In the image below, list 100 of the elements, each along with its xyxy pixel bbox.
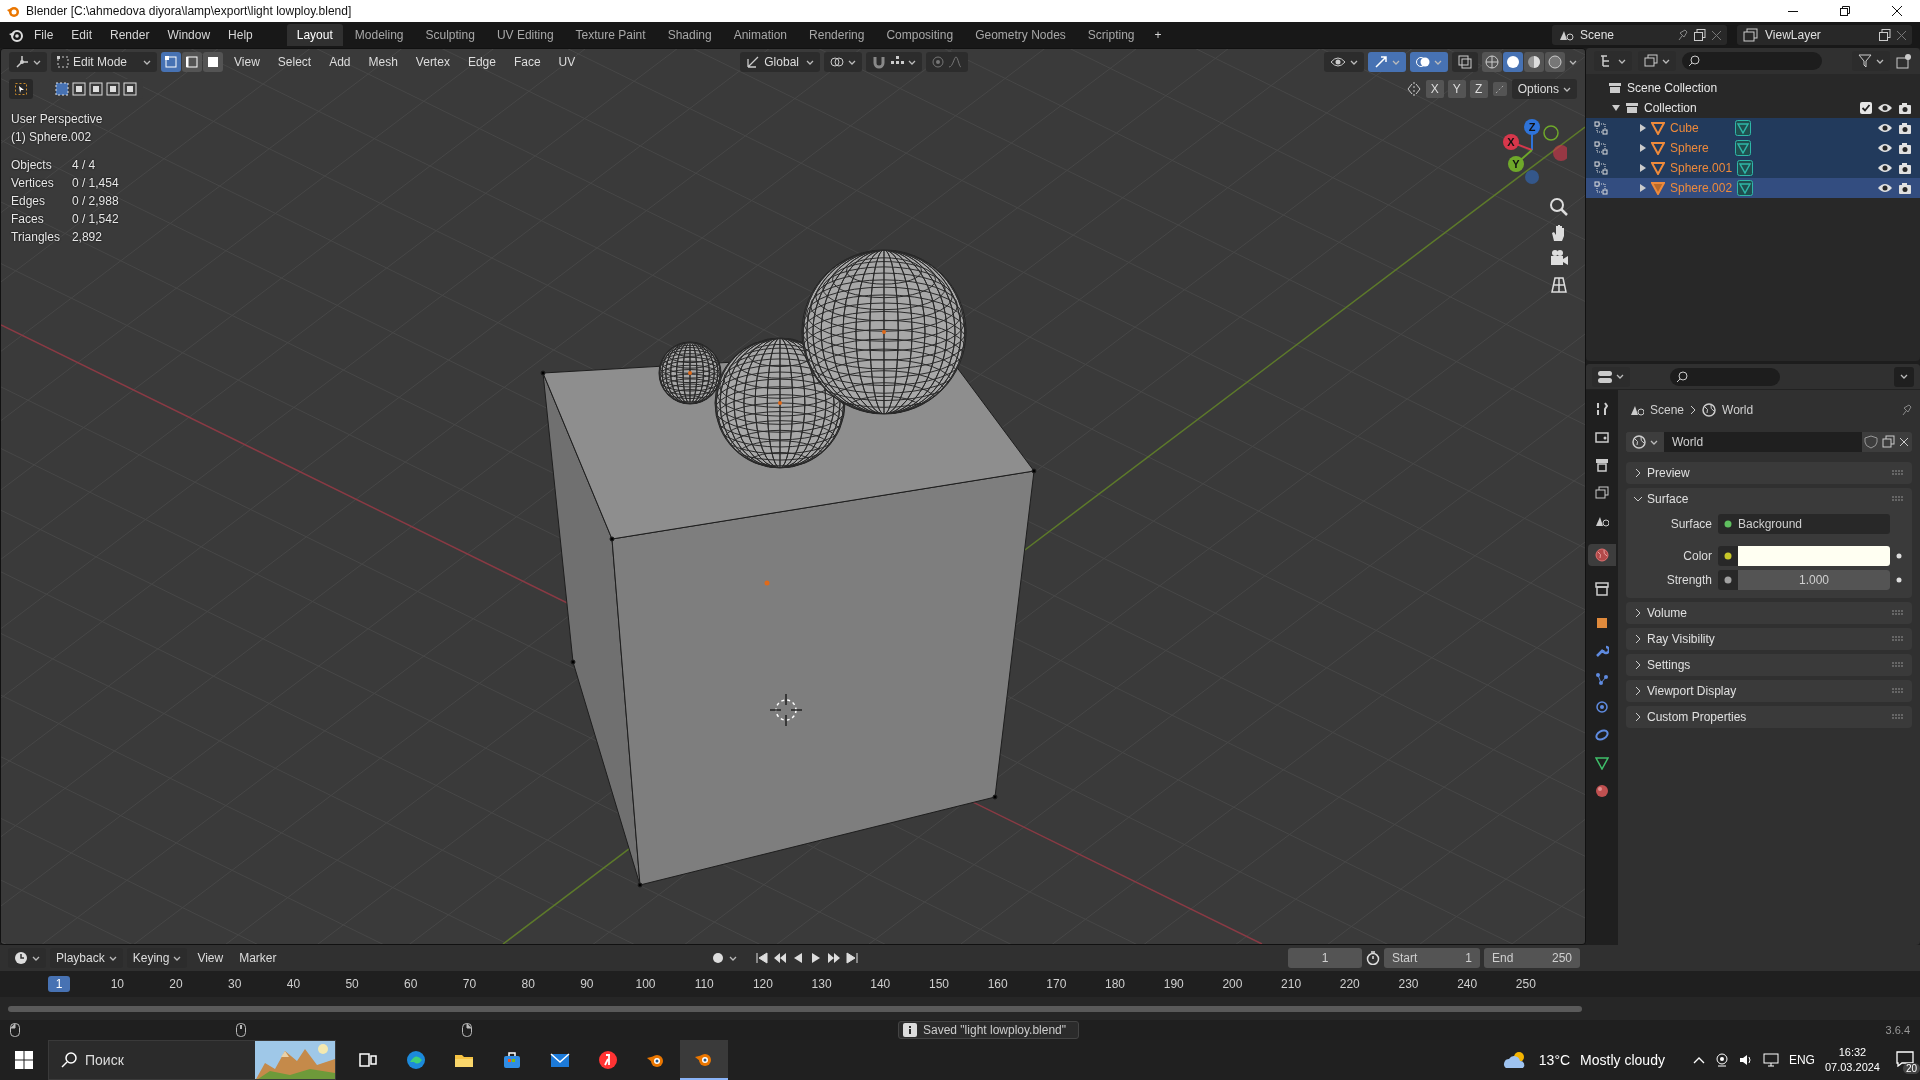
frame-number: 20 (168, 977, 184, 991)
tree-row[interactable]: Cube (1586, 118, 1920, 138)
field-label: Color (1682, 549, 1712, 563)
workspace-tab[interactable]: UV Editing (486, 24, 564, 46)
tree-row[interactable]: Sphere (1586, 138, 1920, 158)
workspace-tab[interactable]: Sculpting (415, 24, 485, 46)
frame-number: 150 (927, 977, 950, 991)
frame-number: 120 (751, 977, 774, 991)
menu-dropdown[interactable]: Playback (50, 948, 123, 968)
field-label: Strength (1665, 573, 1712, 587)
menu-item[interactable]: Edge (460, 53, 503, 71)
number-field[interactable]: 1.000 (1738, 570, 1890, 590)
workspace-tab[interactable]: Compositing (876, 24, 964, 46)
stat-label: Vertices (11, 175, 55, 192)
end-frame-value[interactable]: 250 (1552, 951, 1572, 965)
menu-item[interactable]: View (227, 53, 267, 71)
menu-item[interactable]: Window (159, 25, 219, 45)
workspace-tab[interactable]: Layout (286, 24, 343, 46)
frame-number: 10 (109, 977, 125, 991)
frame-number: 100 (634, 977, 657, 991)
frame-number: 70 (461, 977, 478, 991)
window-title: Blender [C:\ahmedova diyora\lamp\export\light lowploy.blend] (26, 4, 352, 18)
menu-item[interactable]: Add (322, 53, 358, 71)
notification-count: 20 (1902, 1062, 1920, 1074)
version-label: 3.6.4 (1885, 1024, 1910, 1036)
frame-number: 40 (285, 977, 302, 991)
mode-dropdown[interactable]: Edit Mode (51, 52, 157, 72)
field-label: Surface (1669, 517, 1712, 531)
object-name[interactable]: Sphere (1670, 141, 1730, 155)
clock-date[interactable]: 07.03.2024 (1824, 1060, 1880, 1075)
stat-value: 2,892 (71, 229, 103, 246)
tree-item[interactable]: Collection (1644, 101, 1855, 115)
add-workspace-button[interactable]: + (1146, 25, 1170, 45)
menu-item[interactable]: Edit (63, 25, 101, 45)
current-frame-marker[interactable]: 1 (48, 976, 70, 992)
panel-header[interactable]: Preview (1647, 466, 1690, 480)
menu-dropdown[interactable]: View (191, 948, 230, 968)
workspace-tab[interactable]: Geometry Nodes (965, 24, 1076, 46)
view-layer-selector[interactable]: ViewLayer (1737, 25, 1912, 45)
menu-item[interactable]: Render (102, 25, 158, 45)
weather-label: Mostly cloudy (1580, 1052, 1665, 1068)
menu-dropdown[interactable]: Keying (126, 948, 188, 968)
language-indicator[interactable]: ENG (1788, 1053, 1815, 1067)
tree-row[interactable]: Sphere.001 (1586, 158, 1920, 178)
panel-header[interactable]: Surface (1647, 492, 1689, 506)
datablock-name-field[interactable]: World (1664, 432, 1862, 452)
stat-value: 0 / 1,454 (71, 175, 119, 192)
clock-time[interactable]: 16:32 (1838, 1045, 1867, 1060)
frame-number: 240 (1456, 977, 1479, 991)
frame-number: 60 (403, 977, 419, 991)
frame-number: 110 (693, 977, 715, 991)
panel-header[interactable]: Ray Visibility (1647, 632, 1715, 646)
menu-item[interactable]: Help (220, 25, 261, 45)
field-label: End (1492, 951, 1514, 965)
menu-item[interactable]: Mesh (361, 53, 405, 71)
workspace-tab[interactable]: Rendering (799, 24, 875, 46)
menu-item[interactable]: File (26, 25, 62, 45)
scene-selector[interactable]: Scene (1552, 25, 1727, 45)
workspace-tab[interactable]: Animation (723, 24, 798, 46)
tree-item[interactable]: Scene Collection (1627, 81, 1718, 95)
frame-number: 180 (1104, 977, 1127, 991)
options-dropdown[interactable]: Options (1511, 79, 1577, 99)
breadcrumb-item[interactable]: World (1722, 403, 1754, 417)
panel-header[interactable]: Volume (1647, 606, 1688, 620)
menu-dropdown[interactable]: Marker (233, 948, 283, 968)
frame-number: 130 (810, 977, 833, 991)
frame-number: 170 (1045, 977, 1068, 991)
menu-item[interactable]: UV (551, 53, 583, 71)
status-message: Saved "light lowploy.blend" (923, 1023, 1067, 1037)
frame-number: 30 (227, 977, 243, 991)
object-name[interactable]: Sphere.001 (1670, 161, 1733, 175)
orientation-dropdown[interactable]: Global (740, 52, 821, 72)
field-label: Start (1392, 951, 1418, 965)
start-frame-value[interactable]: 1 (1465, 951, 1472, 965)
menu-item[interactable]: Vertex (408, 53, 457, 71)
frame-number: 200 (1221, 977, 1244, 991)
stat-label: Faces (11, 211, 45, 228)
frame-number: 220 (1338, 977, 1361, 991)
menu-item[interactable]: Select (270, 53, 319, 71)
workspace-tab[interactable]: Scripting (1077, 24, 1145, 46)
workspace-tab[interactable]: Texture Paint (565, 24, 656, 46)
object-name[interactable]: Cube (1670, 121, 1730, 135)
navigation-gizmo[interactable]: Z X Y (1503, 119, 1567, 184)
workspace-tab[interactable]: Shading (657, 24, 722, 46)
panel-header[interactable]: Settings (1647, 658, 1691, 672)
frame-number: 160 (986, 977, 1009, 991)
workspace-tab[interactable]: Modeling (344, 24, 414, 46)
menu-item[interactable]: Face (506, 53, 548, 71)
stat-value: 0 / 1,542 (71, 211, 119, 228)
view-name: User Perspective (11, 111, 104, 128)
stat-value: 0 / 2,988 (71, 193, 119, 210)
frame-number: 140 (869, 977, 892, 991)
active-object-label: (1) Sphere.002 (11, 129, 93, 146)
current-frame-field[interactable]: 1 (1288, 948, 1362, 968)
stat-label: Edges (11, 193, 47, 210)
breadcrumb-item[interactable]: Scene (1650, 403, 1685, 417)
stat-value: 4 / 4 (71, 157, 97, 174)
stat-label: Triangles (11, 229, 60, 246)
shader-selector[interactable]: Background (1718, 514, 1890, 534)
frame-number: 230 (1397, 977, 1420, 991)
